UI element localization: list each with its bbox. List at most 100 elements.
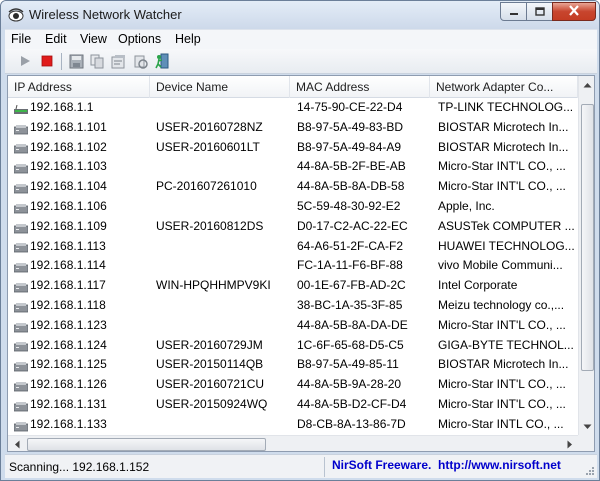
scrollbar-corner <box>578 435 594 451</box>
cell-ip-address: 192.168.1.113 <box>14 237 154 257</box>
cell-device-name: USER-20150114QB <box>156 357 264 372</box>
ip-address-text: 192.168.1.123 <box>30 317 107 332</box>
table-row[interactable]: 192.168.1.103 44-8A-5B-2F-BE-AB Micro-Star… <box>8 157 578 177</box>
ip-address-text: 192.168.1.102 <box>30 139 107 154</box>
maximize-button[interactable] <box>526 2 553 21</box>
app-window: Wireless Network Watcher File Edit View … <box>0 0 600 481</box>
cell-mac-address: B8-97-5A-49-84-A9 <box>297 139 402 154</box>
table-row[interactable]: 192.168.1.125 USER-20150114QB B8-97-5A-49-… <box>8 355 578 375</box>
cell-mac-address: D0-17-C2-AC-22-EC <box>297 218 408 233</box>
cell-network-adapter-company: BIOSTAR Microtech In... <box>438 119 569 134</box>
column-ip-address[interactable]: IP Address <box>8 76 150 98</box>
ip-address-text: 192.168.1.133 <box>30 416 107 431</box>
cell-ip-address: 192.168.1.117 <box>14 276 154 296</box>
cell-ip-address: 192.168.1.124 <box>14 336 154 356</box>
cell-device-name: USER-20150924WQ <box>156 397 268 411</box>
cell-mac-address: FC-1A-11-F6-BF-88 <box>297 258 403 273</box>
scroll-left-icon[interactable] <box>8 436 25 451</box>
table-row[interactable]: 192.168.1.126 USER-20160721CU 44-8A-5B-9A-… <box>8 375 578 395</box>
cell-device-name <box>156 197 296 217</box>
stop-icon[interactable] <box>39 53 55 69</box>
devices-list[interactable]: IP Address Device Name MAC Address Netwo… <box>7 75 595 452</box>
cell-mac-address: 14-75-90-CE-22-D4 <box>297 100 403 114</box>
cell-device-name <box>156 256 296 276</box>
cell-ip-address: 192.168.1.109 <box>14 217 154 237</box>
table-row[interactable]: 192.168.1.109 USER-20160812DS D0-17-C2-AC-… <box>8 217 578 237</box>
computer-icon <box>14 260 29 273</box>
cell-network-adapter-company: TP-LINK TECHNOLOG... <box>438 100 574 114</box>
title-bar[interactable]: Wireless Network Watcher <box>1 1 599 29</box>
menu-view[interactable]: View <box>80 32 107 46</box>
cell-ip-address: 192.168.1.125 <box>14 355 154 375</box>
vertical-scrollbar[interactable] <box>578 76 594 435</box>
table-row[interactable]: 192.168.1.124 USER-20160729JM 1C-6F-65-68-… <box>8 336 578 356</box>
column-mac-address[interactable]: MAC Address <box>290 76 430 98</box>
cell-mac-address: 00-1E-67-FB-AD-2C <box>297 278 406 293</box>
menu-options[interactable]: Options <box>118 32 161 46</box>
menu-edit[interactable]: Edit <box>45 32 67 46</box>
exit-icon[interactable] <box>154 53 170 69</box>
cell-mac-address: 44-8A-5B-9A-28-20 <box>297 377 402 392</box>
scroll-right-icon[interactable] <box>561 436 578 451</box>
table-row[interactable]: 192.168.1.106 5C-59-48-30-92-E2 Apple, Inc… <box>8 197 578 217</box>
cell-mac-address: 5C-59-48-30-92-E2 <box>297 199 401 213</box>
save-icon[interactable] <box>68 53 84 69</box>
cell-mac-address: 44-8A-5B-8A-DB-58 <box>297 179 405 194</box>
computer-icon <box>14 240 29 253</box>
minimize-button[interactable] <box>500 2 527 21</box>
vertical-scroll-thumb[interactable] <box>581 104 594 371</box>
column-device-name[interactable]: Device Name <box>150 76 290 98</box>
cell-network-adapter-company: BIOSTAR Microtech In... <box>438 139 569 154</box>
menu-file[interactable]: File <box>11 32 31 46</box>
cell-mac-address: 44-8A-5B-2F-BE-AB <box>297 159 406 174</box>
close-button[interactable] <box>552 2 596 21</box>
properties-icon[interactable] <box>110 53 126 69</box>
table-row[interactable]: 192.168.1.123 44-8A-5B-8A-DA-DE Micro-Star… <box>8 316 578 336</box>
table-row[interactable]: 192.168.1.1 14-75-90-CE-22-D4 TP-LINK TECH… <box>8 98 578 118</box>
cell-device-name: USER-20160812DS <box>156 218 264 233</box>
copy-icon[interactable] <box>89 53 105 69</box>
resize-grip-icon[interactable] <box>584 465 595 476</box>
cell-device-name: USER-20160721CU <box>156 377 265 392</box>
cell-ip-address: 192.168.1.118 <box>14 296 154 316</box>
computer-icon <box>14 122 29 135</box>
table-row[interactable]: 192.168.1.102 USER-20160601LT B8-97-5A-49-… <box>8 138 578 158</box>
ip-address-text: 192.168.1.131 <box>30 397 107 411</box>
horizontal-scrollbar[interactable] <box>8 435 578 451</box>
table-row[interactable]: 192.168.1.114 FC-1A-11-F6-BF-88 vivo Mobil… <box>8 256 578 276</box>
ip-address-text: 192.168.1.106 <box>30 199 107 213</box>
table-row[interactable]: 192.168.1.118 38-BC-1A-35-3F-85 Meizu tech… <box>8 296 578 316</box>
computer-icon <box>14 300 29 313</box>
ip-address-text: 192.168.1.113 <box>30 238 106 253</box>
minimize-icon <box>509 5 519 19</box>
computer-icon <box>14 201 29 214</box>
table-row[interactable]: 192.168.1.131 USER-20150924WQ 44-8A-5B-D2-… <box>8 395 578 415</box>
toolbar <box>5 49 597 74</box>
computer-icon <box>14 280 29 293</box>
cell-network-adapter-company: GIGA-BYTE TECHNOL... <box>438 337 574 352</box>
ip-address-text: 192.168.1.101 <box>30 119 107 134</box>
table-row[interactable]: 192.168.1.104 PC-201607261010 44-8A-5B-8A-… <box>8 177 578 197</box>
cell-network-adapter-company: Intel Corporate <box>438 278 518 293</box>
nirsoft-link[interactable]: NirSoft Freeware. http://www.nirsoft.net <box>332 458 561 472</box>
cell-mac-address: 44-8A-5B-D2-CF-D4 <box>297 397 407 411</box>
table-row[interactable]: 192.168.1.113 64-A6-51-2F-CA-F2 HUAWEI TEC… <box>8 237 578 257</box>
ip-address-text: 192.168.1.104 <box>30 179 107 194</box>
column-network-adapter[interactable]: Network Adapter Co... <box>430 76 578 98</box>
table-row[interactable]: 192.168.1.117 WIN-HPQHHMPV9KI 00-1E-67-FB-… <box>8 276 578 296</box>
menu-help[interactable]: Help <box>175 32 201 46</box>
table-row[interactable]: 192.168.1.133 D8-CB-8A-13-86-7D Micro-Star… <box>8 415 578 435</box>
table-row[interactable]: 192.168.1.101 USER-20160728NZ B8-97-5A-49-… <box>8 118 578 138</box>
scroll-up-icon[interactable] <box>579 76 594 93</box>
computer-icon <box>14 181 29 194</box>
scroll-down-icon[interactable] <box>579 418 594 435</box>
cell-network-adapter-company: Micro-Star INT'L CO., ... <box>438 159 566 174</box>
refresh-icon[interactable] <box>132 53 148 69</box>
play-icon[interactable] <box>17 53 33 69</box>
list-header: IP Address Device Name MAC Address Netwo… <box>8 76 578 98</box>
ip-address-text: 192.168.1.126 <box>30 377 107 392</box>
computer-icon <box>14 419 29 432</box>
ip-address-text: 192.168.1.118 <box>30 298 106 312</box>
horizontal-scroll-thumb[interactable] <box>27 438 266 451</box>
cell-network-adapter-company: ASUSTek COMPUTER ... <box>438 218 575 233</box>
